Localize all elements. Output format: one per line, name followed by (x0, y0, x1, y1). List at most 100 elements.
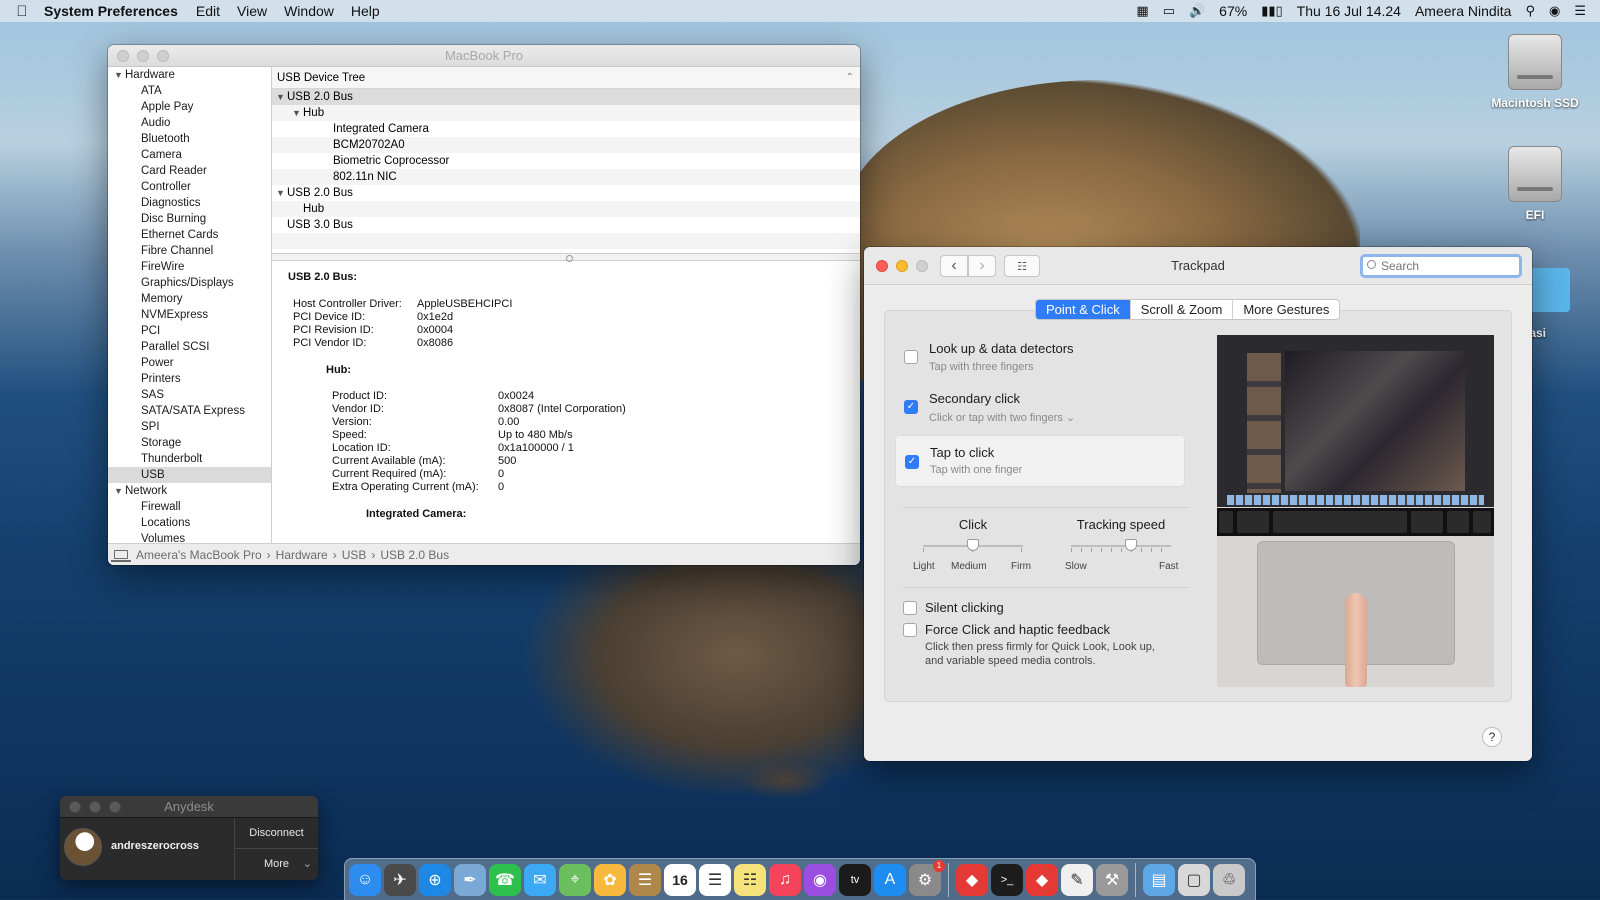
back-button[interactable]: ‹ (940, 255, 968, 277)
minimize-button[interactable] (89, 800, 101, 813)
battery-icon[interactable]: ▮▮▯ (1261, 3, 1282, 19)
disclosure-triangle-icon[interactable]: ▼ (292, 105, 303, 121)
messages-icon[interactable]: ✉ (524, 864, 556, 896)
menu-window[interactable]: Window (284, 3, 334, 19)
desktop-icon-efi[interactable]: EFI (1480, 146, 1590, 222)
menu-view[interactable]: View (237, 3, 267, 19)
sidebar-item[interactable]: Audio (108, 115, 271, 131)
split-view-divider[interactable] (272, 253, 860, 262)
usb-tree-row[interactable]: 802.11n NIC (272, 169, 860, 185)
menu-help[interactable]: Help (351, 3, 380, 19)
zoom-button[interactable] (157, 49, 169, 62)
sidebar-item[interactable]: Firewall (108, 499, 271, 515)
look-up-checkbox[interactable] (904, 350, 918, 364)
trash-icon[interactable]: ♲ (1213, 864, 1245, 896)
sidebar-item[interactable]: FireWire (108, 259, 271, 275)
sidebar-item[interactable]: ATA (108, 83, 271, 99)
usb-tree-row[interactable]: Hub (272, 201, 860, 217)
finder-icon[interactable]: ☺ (349, 864, 381, 896)
disclosure-triangle-icon[interactable]: ▼ (114, 483, 125, 499)
podcasts-icon[interactable]: ◉ (804, 864, 836, 896)
disconnect-button[interactable]: Disconnect (235, 818, 318, 849)
downloads-folder-icon[interactable]: ▤ (1143, 864, 1175, 896)
stickies-icon[interactable]: ☷ (734, 864, 766, 896)
sidebar-item[interactable]: Fibre Channel (108, 243, 271, 259)
music-icon[interactable]: ♫ (769, 864, 801, 896)
appstore-icon[interactable]: A (874, 864, 906, 896)
click-slider[interactable] (923, 539, 1023, 552)
desktop-icon-macintosh-ssd[interactable]: Macintosh SSD (1480, 34, 1590, 110)
preview-icon[interactable]: ✒ (454, 864, 486, 896)
disclosure-triangle-icon[interactable]: ▼ (276, 185, 287, 201)
forward-button[interactable]: › (968, 255, 996, 277)
anydesk-titlebar[interactable]: Anydesk (60, 796, 318, 818)
safari-icon[interactable]: ⊕ (419, 864, 451, 896)
tap-to-click-checkbox[interactable]: ✓ (905, 455, 919, 469)
sidebar-item[interactable]: Disc Burning (108, 211, 271, 227)
app-menu[interactable]: System Preferences (44, 3, 178, 19)
usb-tree-row[interactable]: BCM20702A0 (272, 137, 860, 153)
tracking-speed-slider[interactable] (1071, 539, 1171, 552)
secondary-click-checkbox[interactable]: ✓ (904, 400, 918, 414)
minimize-button[interactable] (137, 49, 149, 62)
facetime-icon[interactable]: ☎ (489, 864, 521, 896)
sidebar-item[interactable]: Parallel SCSI (108, 339, 271, 355)
force-click-checkbox[interactable] (903, 623, 917, 637)
sidebar-item[interactable]: PCI (108, 323, 271, 339)
sidebar-item[interactable]: Camera (108, 147, 271, 163)
click-slider-knob[interactable] (967, 539, 979, 551)
tab-scroll-zoom[interactable]: Scroll & Zoom (1131, 300, 1234, 319)
sidebar-item[interactable]: SAS (108, 387, 271, 403)
sidebar-item[interactable]: SPI (108, 419, 271, 435)
chevron-up-icon[interactable]: ⌃ (846, 67, 854, 89)
disclosure-triangle-icon[interactable]: ▼ (276, 89, 287, 105)
sidebar-item[interactable]: Card Reader (108, 163, 271, 179)
usb-tree-row[interactable]: ▼ USB 2.0 Bus (272, 185, 860, 201)
reminders-icon[interactable]: ☰ (699, 864, 731, 896)
option-look-up[interactable]: Look up & data detectors Tap with three … (895, 337, 1185, 377)
close-button[interactable] (117, 49, 129, 62)
sidebar-item[interactable]: Ethernet Cards (108, 227, 271, 243)
sidebar-item[interactable]: USB (108, 467, 271, 483)
sidebar-item[interactable]: Diagnostics (108, 195, 271, 211)
activity-monitor-icon[interactable]: ▦ (1136, 3, 1148, 19)
sidebar-item[interactable]: Apple Pay (108, 99, 271, 115)
sidebar-item[interactable]: Bluetooth (108, 131, 271, 147)
sidebar-item[interactable]: Thunderbolt (108, 451, 271, 467)
usb-tree-header[interactable]: USB Device Tree ⌃ (272, 67, 860, 89)
secondary-click-dropdown[interactable]: Click or tap with two fingers ⌄ (929, 411, 1075, 424)
usb-tree-row[interactable]: USB 3.0 Bus (272, 217, 860, 233)
photos-icon[interactable]: ✿ (594, 864, 626, 896)
close-button[interactable] (876, 259, 888, 272)
usb-tree-row[interactable]: ▼ USB 2.0 Bus (272, 89, 860, 105)
sidebar-item[interactable]: NVMExpress (108, 307, 271, 323)
terminal-icon[interactable]: >_ (991, 864, 1023, 896)
help-button[interactable]: ? (1482, 727, 1502, 747)
battery-percent[interactable]: 67% (1219, 3, 1247, 19)
more-button[interactable]: More ⌄ (235, 849, 318, 880)
option-silent-clicking[interactable]: Silent clicking (895, 597, 1185, 619)
tab-point-click[interactable]: Point & Click (1036, 300, 1131, 319)
notes-book-icon[interactable]: ☰ (629, 864, 661, 896)
siri-icon[interactable]: ◉ (1549, 3, 1560, 19)
system-preferences-icon[interactable]: ⚙ (909, 860, 945, 896)
search-input[interactable] (1381, 259, 1511, 273)
trackpad-titlebar[interactable]: ‹ › ☷ Trackpad (864, 247, 1532, 285)
search-field[interactable] (1360, 254, 1522, 278)
disclosure-triangle-icon[interactable]: ▼ (114, 67, 125, 83)
sysinfo-sidebar[interactable]: ▼ Hardware ATA Apple Pay Audio Bluetooth Camer… (108, 67, 272, 543)
sidebar-item[interactable]: Power (108, 355, 271, 371)
apple-menu-icon[interactable]:  (0, 3, 44, 20)
airplay-icon[interactable]: ▭ (1163, 3, 1175, 19)
usb-device-tree[interactable]: ▼ USB 2.0 Bus ▼ Hub Integrated Camera BCM2070… (272, 89, 860, 253)
zoom-button[interactable] (916, 259, 928, 272)
option-tap-to-click[interactable]: ✓ Tap to click Tap with one finger (895, 435, 1185, 487)
notification-center-icon[interactable]: ☰ (1574, 3, 1586, 19)
usb-tree-row[interactable]: Biometric Coprocessor (272, 153, 860, 169)
zoom-button[interactable] (109, 800, 121, 813)
spotlight-icon[interactable]: ⚲ (1525, 3, 1535, 19)
sidebar-group-network[interactable]: ▼ Network (108, 483, 271, 499)
launchpad-icon[interactable]: ✈ (384, 864, 416, 896)
user-menu[interactable]: Ameera Nindita (1415, 3, 1512, 19)
sidebar-item[interactable]: Graphics/Displays (108, 275, 271, 291)
